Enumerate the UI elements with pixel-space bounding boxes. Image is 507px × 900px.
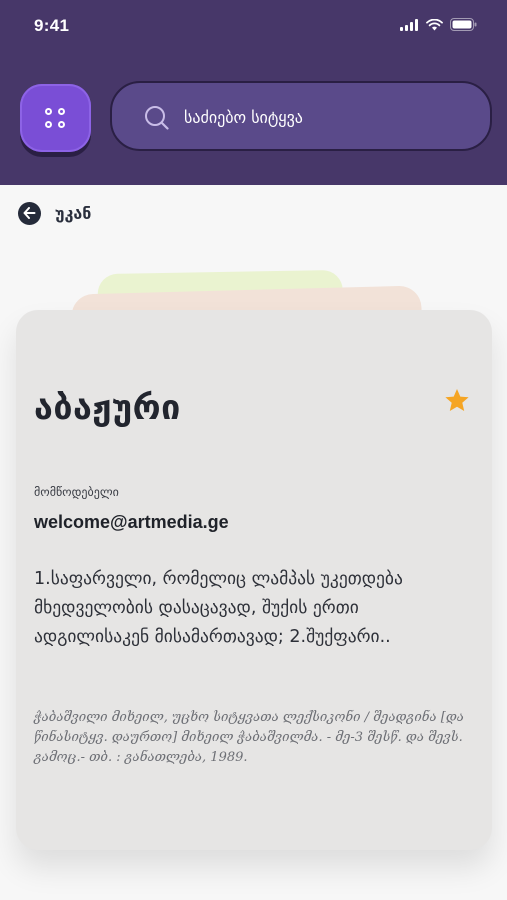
status-icons xyxy=(400,18,477,31)
status-time: 9:41 xyxy=(34,16,70,35)
battery-icon xyxy=(450,18,477,31)
definition-text: 1.საფარველი, რომელიც ლამპას უკეთდება მხე… xyxy=(34,569,403,647)
arrow-left-icon xyxy=(18,201,41,225)
signal-icon xyxy=(400,18,418,31)
back-label: უკან xyxy=(55,203,92,223)
search-bar[interactable] xyxy=(110,81,492,151)
supplier-label: მომწოდებელი xyxy=(34,485,119,499)
wifi-icon xyxy=(426,18,443,30)
grid-dots-icon xyxy=(45,108,66,128)
source-citation: ჭაბაშვილი მიხეილ, უცხო სიტყვათა ლექსიკონ… xyxy=(34,710,464,765)
star-icon[interactable] xyxy=(444,388,470,413)
search-input[interactable] xyxy=(184,101,474,133)
supplier-email: welcome@artmedia.ge xyxy=(34,512,229,532)
header: 9:41 xyxy=(0,0,507,185)
status-bar: 9:41 xyxy=(0,0,507,56)
word-card: აბაჟური მომწოდებელი welcome@artmedia.ge … xyxy=(16,310,492,850)
entry-word: აბაჟური xyxy=(34,388,181,428)
back-button[interactable]: უკან xyxy=(18,200,91,226)
search-icon xyxy=(145,106,169,130)
menu-button[interactable] xyxy=(20,84,91,152)
